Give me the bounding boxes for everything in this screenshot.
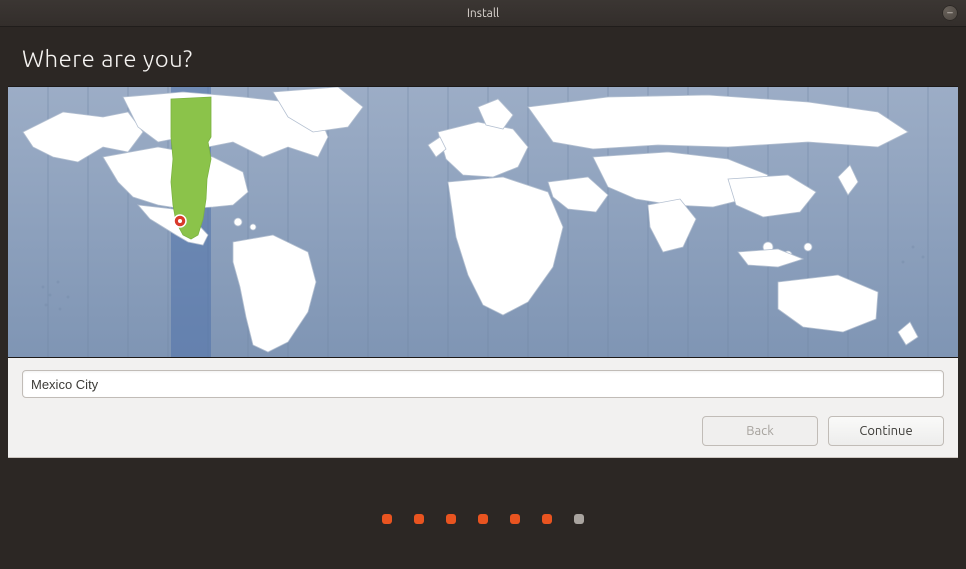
window-title: Install [467, 7, 499, 20]
progress-dot [478, 514, 488, 524]
window-minimize-button[interactable]: – [942, 5, 958, 21]
button-row: Back Continue [22, 416, 944, 446]
timezone-input[interactable] [22, 370, 944, 398]
minimize-icon: – [947, 8, 952, 19]
page-title: Where are you? [0, 27, 966, 86]
progress-dot [446, 514, 456, 524]
progress-dots [382, 514, 584, 524]
progress-dot [382, 514, 392, 524]
continue-button-label: Continue [859, 424, 912, 438]
content-panel: Back Continue [8, 358, 958, 458]
progress-dot [414, 514, 424, 524]
progress-dot [542, 514, 552, 524]
timezone-map[interactable] [8, 86, 958, 358]
progress-dot [510, 514, 520, 524]
back-button[interactable]: Back [702, 416, 818, 446]
footer [0, 469, 966, 569]
progress-dot-current [574, 514, 584, 524]
location-pin [174, 215, 186, 227]
window-titlebar: Install – [0, 0, 966, 27]
continue-button[interactable]: Continue [828, 416, 944, 446]
back-button-label: Back [746, 424, 774, 438]
